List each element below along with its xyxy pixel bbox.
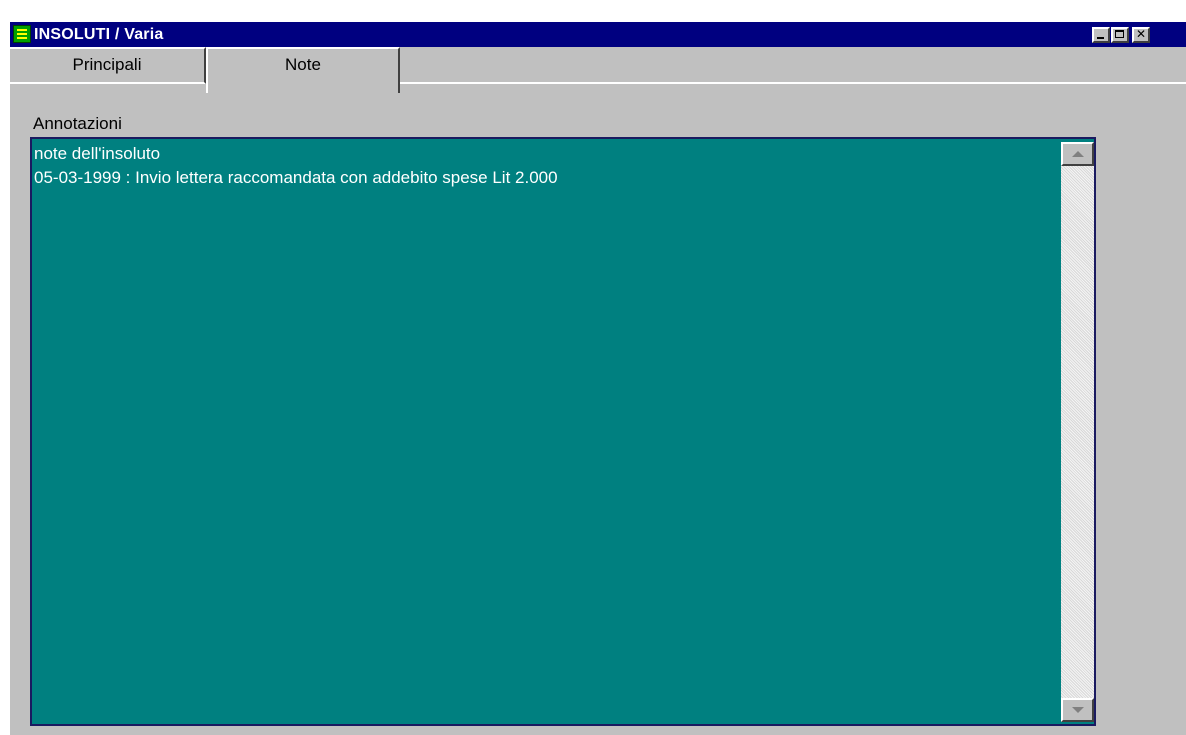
- insoluti-window: INSOLUTI / Varia Principali Note Annotaz…: [10, 22, 1186, 735]
- tab-divider: [400, 82, 1186, 84]
- tab-note[interactable]: Note: [206, 47, 400, 93]
- tab-strip: Principali Note: [10, 47, 1186, 125]
- notes-text[interactable]: note dell'insoluto 05-03-1999 : Invio le…: [34, 142, 1054, 190]
- annotazioni-label: Annotazioni: [33, 114, 122, 133]
- scroll-down-arrow-icon[interactable]: [1061, 698, 1094, 722]
- window-title: INSOLUTI / Varia: [34, 26, 164, 43]
- vertical-scrollbar[interactable]: [1061, 142, 1094, 722]
- scroll-up-arrow-icon[interactable]: [1061, 142, 1094, 166]
- maximize-icon[interactable]: [1111, 27, 1129, 43]
- minimize-icon[interactable]: [1092, 27, 1110, 43]
- tab-principali[interactable]: Principali: [10, 47, 206, 84]
- title-bar[interactable]: INSOLUTI / Varia: [10, 22, 1186, 47]
- app-window-icon[interactable]: [13, 25, 31, 43]
- close-icon[interactable]: [1132, 27, 1150, 43]
- notes-textarea[interactable]: note dell'insoluto 05-03-1999 : Invio le…: [30, 137, 1096, 726]
